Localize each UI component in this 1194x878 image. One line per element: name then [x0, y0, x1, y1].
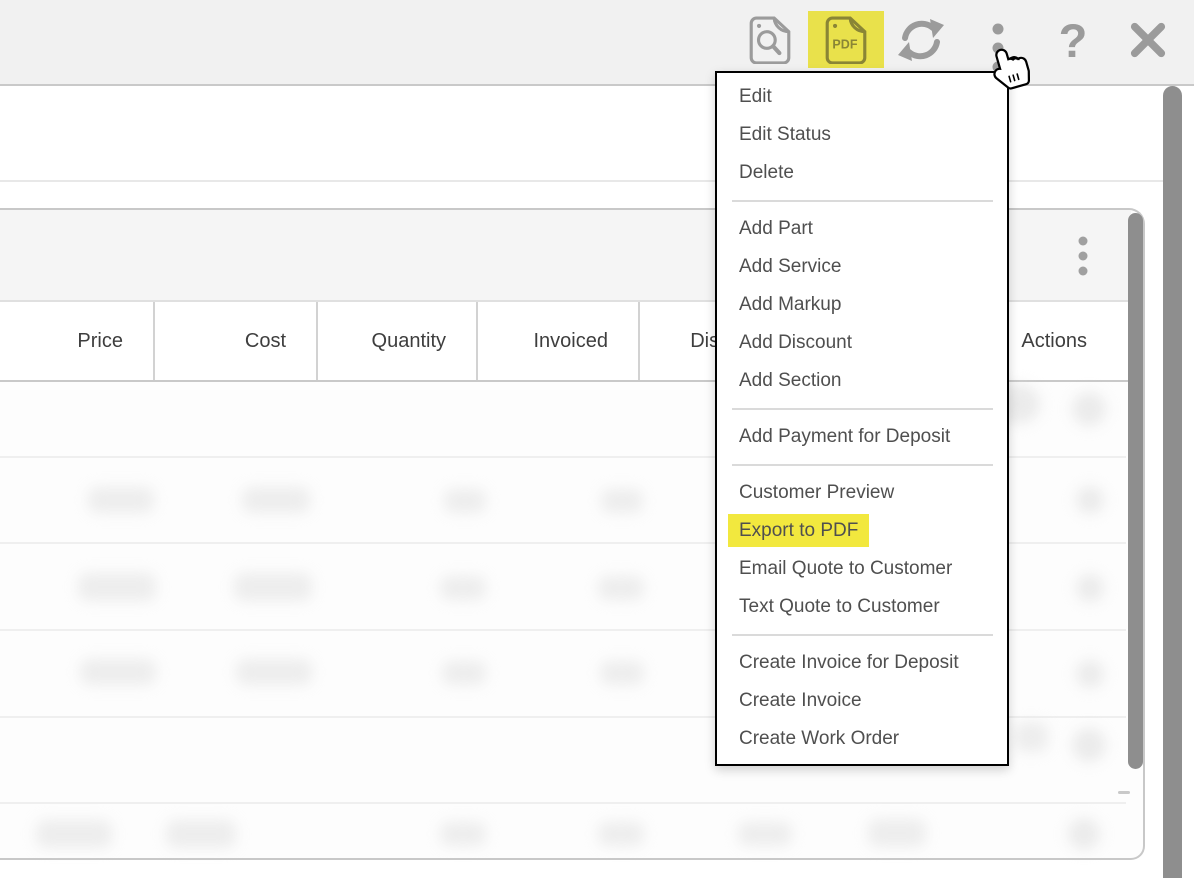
menu-item-create-invoice[interactable]: Create Invoice	[717, 682, 1007, 720]
close-icon	[1129, 21, 1167, 59]
redacted-value	[88, 487, 154, 513]
export-pdf-button[interactable]: PDF	[808, 11, 884, 68]
refresh-button[interactable]	[897, 16, 945, 64]
redacted-value	[440, 822, 486, 846]
redacted-action	[1072, 728, 1106, 762]
menu-item-add-discount[interactable]: Add Discount	[717, 324, 1007, 362]
redacted-action	[1076, 660, 1104, 688]
menu-divider	[732, 200, 993, 202]
redacted-value	[80, 659, 156, 685]
column-header-price: Price	[0, 302, 155, 380]
help-button[interactable]: ?	[1052, 12, 1094, 68]
refresh-icon	[897, 16, 945, 64]
menu-divider	[732, 408, 993, 410]
column-header-cost: Cost	[155, 302, 318, 380]
actions-dropdown-menu: Edit Edit Status Delete Add Part Add Ser…	[715, 71, 1009, 766]
menu-item-create-work-order[interactable]: Create Work Order	[717, 720, 1007, 758]
redacted-action	[1076, 486, 1104, 514]
svg-text:PDF: PDF	[832, 37, 857, 51]
redacted-action	[1072, 392, 1106, 426]
document-preview-icon	[749, 16, 791, 64]
close-button[interactable]	[1128, 20, 1168, 60]
menu-item-add-markup[interactable]: Add Markup	[717, 286, 1007, 324]
redacted-value	[444, 489, 486, 513]
content-band-top	[0, 86, 1194, 182]
menu-divider	[732, 464, 993, 466]
redacted-value	[442, 661, 486, 685]
redacted-value	[601, 489, 643, 513]
redacted-value	[234, 573, 312, 601]
redacted-value	[36, 820, 112, 848]
redacted-action	[1076, 574, 1104, 602]
menu-item-create-invoice-for-deposit[interactable]: Create Invoice for Deposit	[717, 644, 1007, 682]
menu-item-edit-status[interactable]: Edit Status	[717, 116, 1007, 154]
preview-pdf-button[interactable]	[746, 14, 794, 66]
menu-item-add-service[interactable]: Add Service	[717, 248, 1007, 286]
more-options-icon	[992, 22, 1004, 72]
redacted-value	[166, 820, 236, 848]
redacted-action	[1014, 722, 1048, 752]
help-icon: ?	[1059, 17, 1088, 64]
kebab-icon	[1077, 233, 1089, 279]
redacted-value	[440, 576, 486, 600]
menu-item-add-payment-for-deposit[interactable]: Add Payment for Deposit	[717, 418, 1007, 456]
redacted-value	[598, 822, 644, 846]
menu-item-add-section[interactable]: Add Section	[717, 362, 1007, 400]
column-header-invoiced: Invoiced	[478, 302, 640, 380]
menu-divider	[732, 634, 993, 636]
window-scrollbar-thumb[interactable]	[1163, 86, 1182, 878]
content-band-thin	[0, 182, 1194, 208]
top-toolbar: PDF ?	[0, 0, 1194, 86]
panel-more-options-button[interactable]	[1066, 230, 1100, 282]
menu-item-customer-preview[interactable]: Customer Preview	[717, 474, 1007, 512]
window-scrollbar-track[interactable]	[1182, 84, 1194, 878]
column-header-quantity: Quantity	[318, 302, 478, 380]
redacted-value	[600, 661, 644, 685]
redacted-action	[1068, 818, 1100, 850]
scroll-hint-dash	[1118, 791, 1130, 794]
panel-scrollbar-thumb[interactable]	[1128, 213, 1143, 769]
redacted-value	[738, 822, 792, 846]
redacted-value	[78, 573, 156, 601]
export-pdf-icon: PDF	[825, 16, 867, 64]
redacted-value	[242, 487, 310, 513]
menu-item-email-quote-to-customer[interactable]: Email Quote to Customer	[717, 550, 1007, 588]
row-separator	[0, 802, 1126, 804]
redacted-value	[868, 819, 926, 847]
menu-item-add-part[interactable]: Add Part	[717, 210, 1007, 248]
menu-item-export-to-pdf[interactable]: Export to PDF	[717, 512, 1007, 550]
redacted-value	[598, 576, 644, 600]
menu-item-edit[interactable]: Edit	[717, 78, 1007, 116]
more-options-button[interactable]	[984, 20, 1012, 74]
redacted-value	[236, 659, 312, 685]
menu-item-delete[interactable]: Delete	[717, 154, 1007, 192]
menu-item-text-quote-to-customer[interactable]: Text Quote to Customer	[717, 588, 1007, 626]
